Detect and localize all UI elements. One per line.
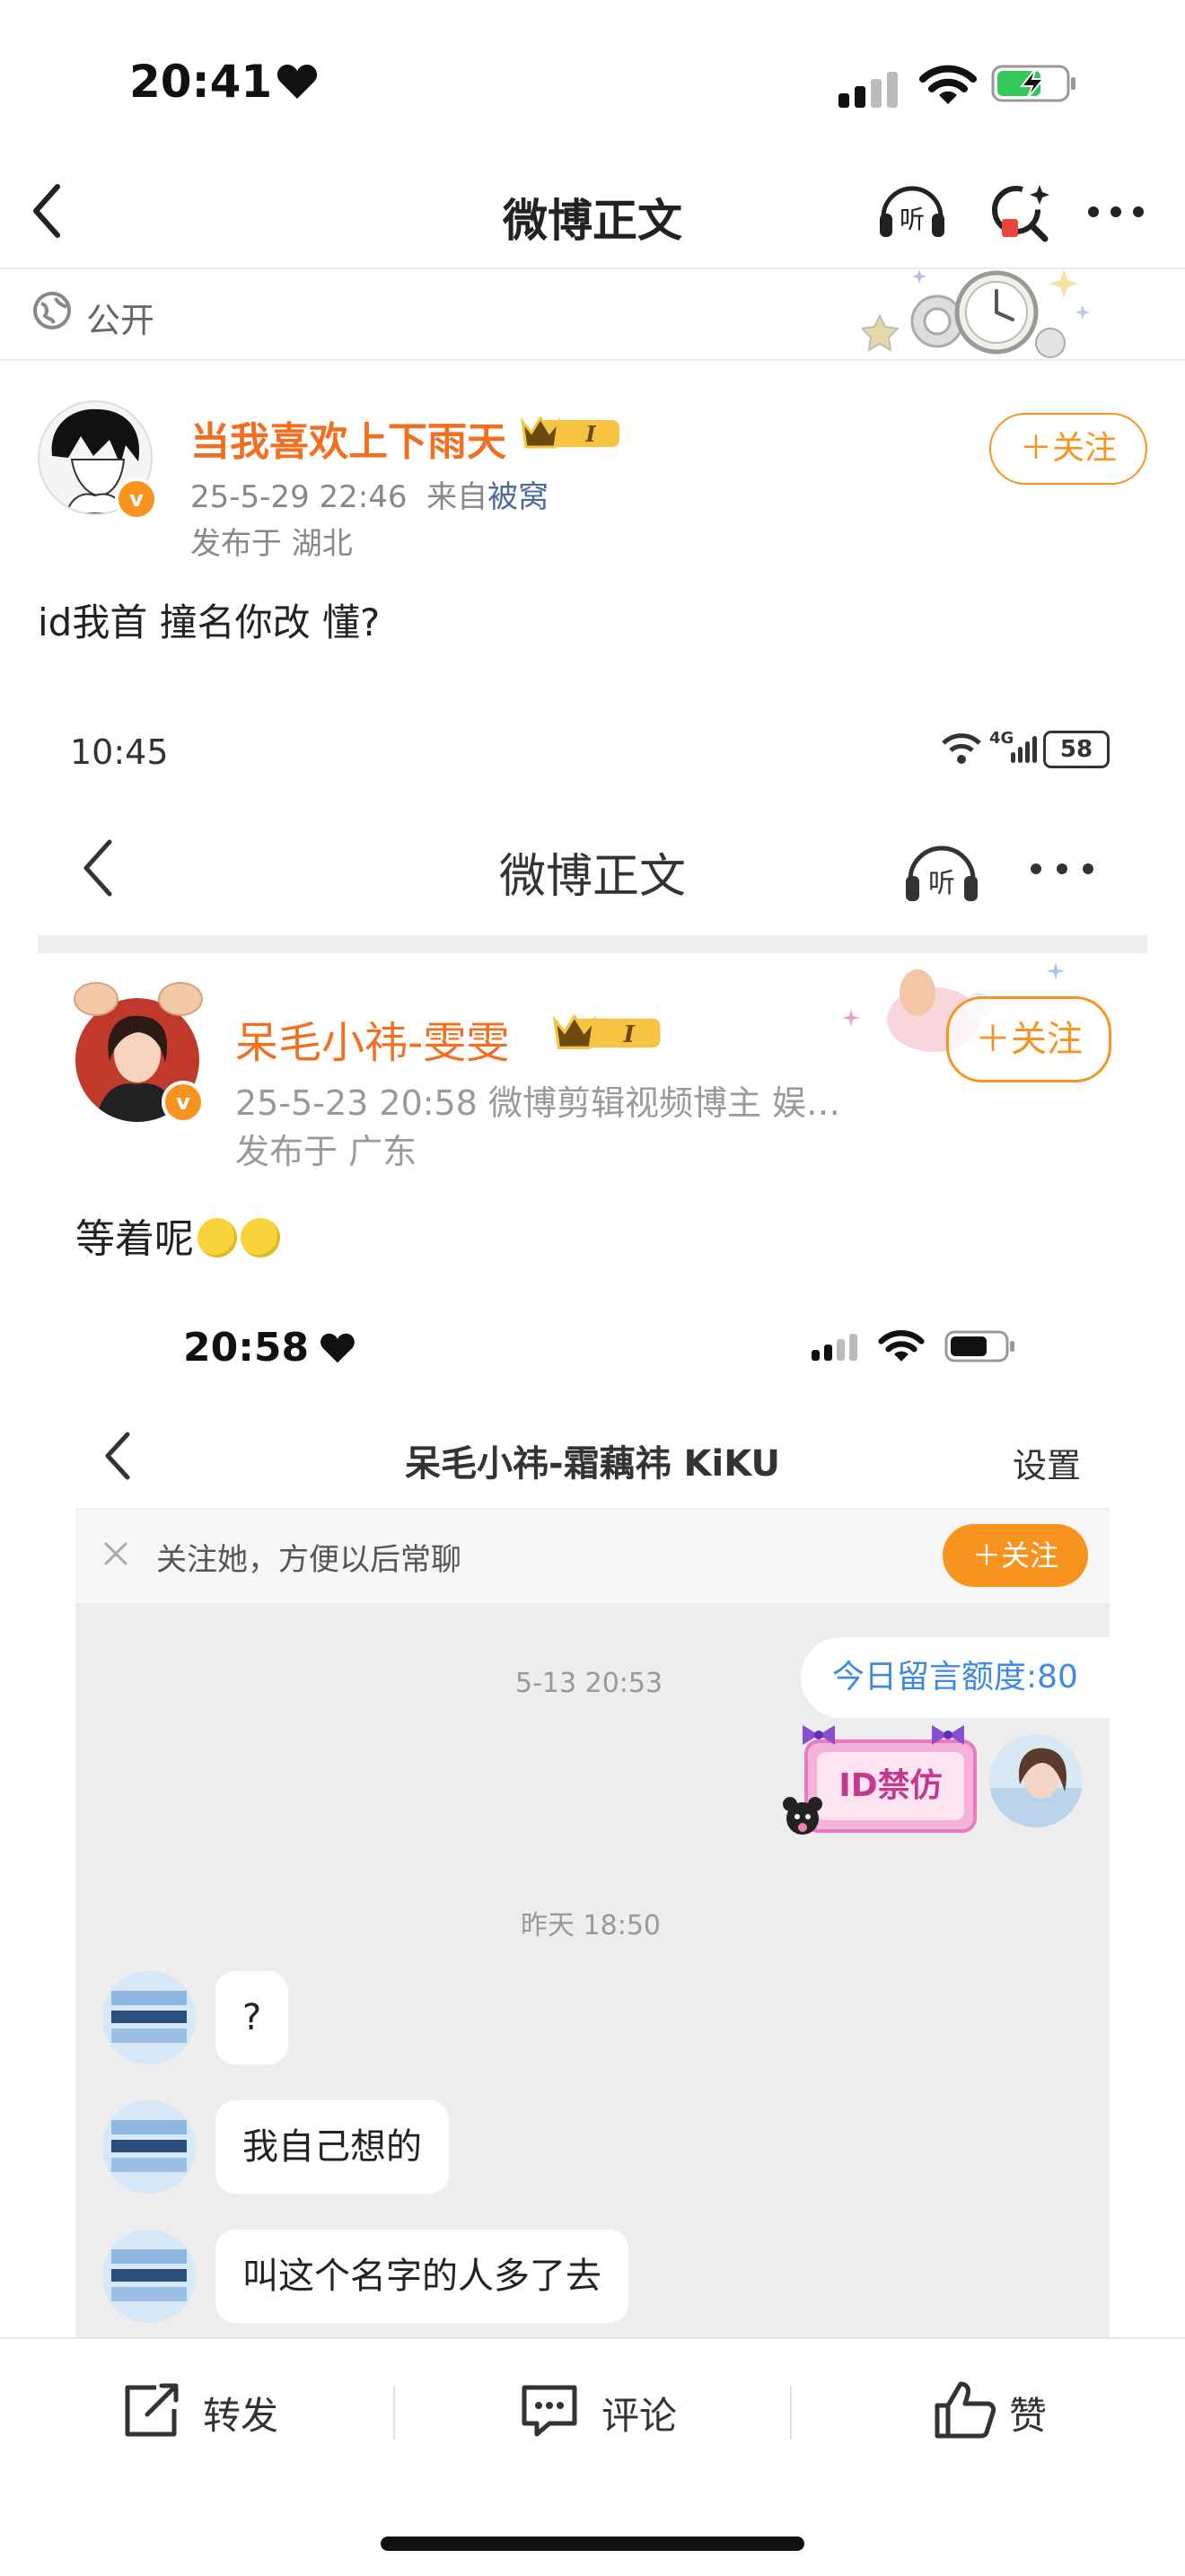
post-source-prefix: 来自 [426, 479, 488, 515]
shot2-friend-avatar[interactable] [102, 1971, 196, 2064]
shot1-listen-icon[interactable]: 听 [903, 838, 980, 905]
smile-emoji-icon [198, 1218, 237, 1257]
shot1-follow-button[interactable]: ＋关注 [946, 996, 1111, 1082]
shot2-battery-icon [944, 1330, 1014, 1362]
message-bubble: 我自己想的 [215, 2100, 449, 2194]
post-datetime: 25-5-29 22:46 [190, 479, 408, 515]
shot2-friend-avatar[interactable] [102, 2230, 196, 2323]
shot1-wifi-icon [942, 733, 981, 764]
search-icon[interactable] [986, 178, 1058, 244]
message-bubble: ? [215, 1971, 289, 2064]
shot2-close-icon[interactable] [102, 1540, 129, 1567]
shot1-post-text: 等着呢 [75, 1206, 280, 1264]
svg-text:听: 听 [900, 205, 925, 234]
post-meta: 25-5-29 22:46 来自被窝 [190, 472, 549, 516]
shot1-author-name[interactable]: 呆毛小祎-雯雯 [235, 1007, 509, 1070]
shot2-chat-title: 呆毛小祎-霜藕祎 KiKU [404, 1443, 780, 1485]
bow-icon [932, 1725, 964, 1745]
shot2-follow-button[interactable]: ＋关注 [943, 1524, 1088, 1587]
listen-icon[interactable]: 听 [876, 178, 948, 242]
shot2-follow-tip: 关注她，方便以后常聊 [156, 1542, 461, 1578]
vip-crown-icon: I [521, 416, 619, 449]
more-icon[interactable] [1084, 203, 1147, 221]
shot1-vip-crown-icon: I [552, 1013, 661, 1049]
svg-text:I: I [584, 421, 596, 447]
shot2-sticker: ID禁仿 [804, 1739, 977, 1833]
post-text: id我首 撞名你改 懂? [38, 600, 381, 644]
home-indicator[interactable] [381, 2537, 804, 2551]
shot2-my-avatar[interactable] [989, 1734, 1083, 1827]
divider [0, 359, 1185, 361]
repost-label: 转发 [203, 2394, 279, 2438]
shot2-sticker-inner: ID禁仿 [817, 1752, 964, 1820]
shot2-wifi-icon [878, 1330, 925, 1362]
shot1-status-time: 10:45 [70, 732, 169, 772]
shot2-heart-icon [320, 1333, 355, 1363]
status-time: 20:41 [129, 56, 273, 108]
globe-icon [33, 292, 71, 329]
shot1-battery: 58 [1043, 731, 1110, 768]
comment-button[interactable]: 评论 [519, 2377, 698, 2445]
shot2-timestamp: 5-13 20:53 [515, 1668, 663, 1699]
divider [790, 2386, 792, 2440]
cellular-signal-icon [838, 72, 903, 108]
shot1-cat-ear-right [158, 982, 203, 1016]
visibility-label: 公开 [86, 301, 155, 340]
post-location: 发布于 湖北 [190, 526, 353, 562]
shot2-quota-pill: 今日留言额度:80 [801, 1637, 1110, 1718]
svg-text:I: I [623, 1021, 636, 1048]
shot1-page-title: 微博正文 [498, 850, 686, 904]
shot1-more-icon[interactable] [1027, 860, 1097, 878]
like-label: 赞 [1009, 2394, 1048, 2438]
wifi-icon [919, 65, 977, 104]
shot1-divider [38, 935, 1147, 953]
shot1-text: 等着呢 [75, 1216, 194, 1262]
clock-decoration-icon [862, 269, 1090, 358]
shot1-meta: 25-5-23 20:58 微博剪辑视频博主 娱… [235, 1083, 841, 1123]
shot2-status-time: 20:58 [183, 1325, 310, 1371]
author-name[interactable]: 当我喜欢上下雨天 [190, 409, 506, 467]
shot2-settings[interactable]: 设置 [1013, 1438, 1081, 1487]
svg-text:听: 听 [928, 868, 955, 899]
battery-charging-icon [991, 65, 1075, 102]
shot1-verified-badge: v [162, 1081, 205, 1124]
smile-emoji-icon [241, 1218, 280, 1257]
comment-icon [522, 2385, 577, 2437]
bow-icon [803, 1725, 835, 1745]
shot2-friend-avatar[interactable] [102, 2100, 196, 2194]
shot2-timestamp: 昨天 18:50 [521, 1910, 661, 1941]
repost-button[interactable]: 转发 [120, 2377, 300, 2445]
message-bubble: 叫这个名字的人多了去 [215, 2230, 628, 2323]
shot1-signal-icon [1011, 736, 1038, 763]
like-button[interactable]: 赞 [934, 2375, 1095, 2447]
repost-icon [125, 2383, 179, 2437]
bear-sticker-icon [783, 1797, 822, 1835]
follow-button[interactable]: ＋关注 [989, 413, 1147, 485]
shot1-location: 发布于 广东 [235, 1132, 417, 1171]
verified-badge: v [115, 478, 158, 521]
heart-icon [276, 65, 318, 99]
like-icon [935, 2381, 996, 2439]
comment-label: 评论 [601, 2394, 678, 2438]
shot2-signal-icon [812, 1334, 862, 1361]
shot1-cat-ear-left [74, 982, 118, 1016]
post-source[interactable]: 被窝 [487, 479, 549, 515]
divider [393, 2386, 395, 2440]
